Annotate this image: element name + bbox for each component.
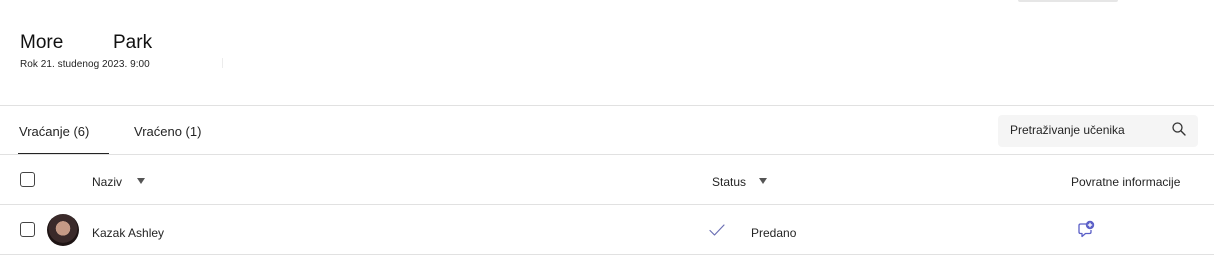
assignment-title: More Park: [20, 32, 152, 54]
status-text: Predano: [751, 226, 797, 240]
sort-name-chevron-down-icon[interactable]: [137, 178, 145, 184]
student-search-input[interactable]: [1010, 123, 1170, 137]
student-name[interactable]: Kazak Ashley: [92, 226, 164, 240]
add-feedback-icon[interactable]: [1077, 220, 1095, 238]
student-search-box[interactable]: [998, 115, 1198, 147]
top-toolbar-edge: [1018, 0, 1118, 2]
select-all-checkbox[interactable]: [20, 172, 35, 187]
column-header-feedback: Povratne informacije: [1071, 175, 1181, 189]
tabs-separator: [0, 154, 1214, 155]
tab-returning[interactable]: Vraćanje (6): [19, 124, 89, 139]
assignment-title-part1: More: [20, 32, 64, 53]
assignment-header: More Park Rok 21. studenog 2023. 9:00: [20, 32, 152, 70]
avatar: [47, 214, 79, 246]
header-separator: [0, 105, 1214, 106]
column-header-status[interactable]: Status: [712, 175, 746, 189]
sort-status-chevron-down-icon[interactable]: [759, 178, 767, 184]
header-row-separator: [0, 204, 1214, 205]
tab-returned[interactable]: Vraćeno (1): [134, 124, 201, 139]
due-date: Rok 21. studenog 2023. 9:00: [20, 59, 150, 70]
column-header-name[interactable]: Naziv: [92, 175, 122, 189]
search-icon[interactable]: [1171, 121, 1187, 137]
checkmark-icon: [709, 224, 725, 236]
assignment-title-part2: Park: [113, 32, 153, 53]
row-separator: [0, 254, 1214, 255]
row-checkbox[interactable]: [20, 222, 35, 237]
header-divider: [222, 58, 223, 68]
